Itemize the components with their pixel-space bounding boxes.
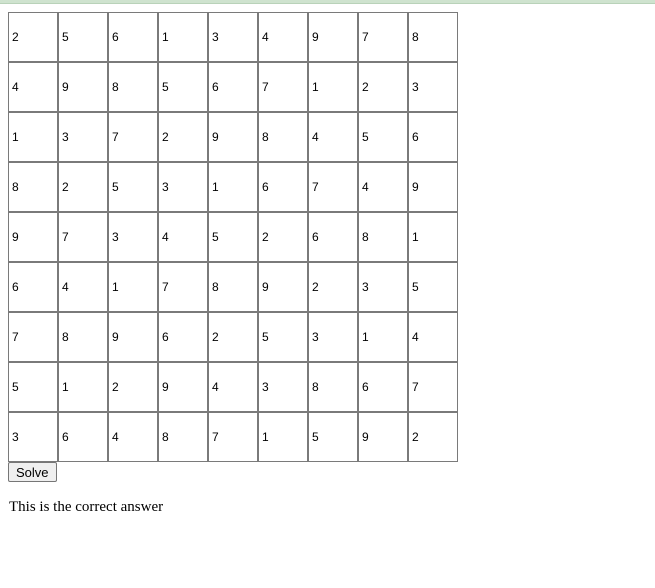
sudoku-cell[interactable]: [58, 312, 108, 362]
sudoku-cell[interactable]: [108, 262, 158, 312]
sudoku-cell[interactable]: [308, 312, 358, 362]
sudoku-cell[interactable]: [258, 12, 308, 62]
sudoku-cell[interactable]: [8, 112, 58, 162]
sudoku-cell[interactable]: [408, 212, 458, 262]
sudoku-cell[interactable]: [58, 112, 108, 162]
sudoku-cell[interactable]: [208, 312, 258, 362]
sudoku-cell[interactable]: [308, 362, 358, 412]
sudoku-cell[interactable]: [8, 62, 58, 112]
sudoku-cell[interactable]: [208, 262, 258, 312]
sudoku-cell[interactable]: [108, 412, 158, 462]
sudoku-cell[interactable]: [408, 262, 458, 312]
sudoku-cell[interactable]: [8, 312, 58, 362]
sudoku-board: [8, 12, 458, 462]
sudoku-cell[interactable]: [8, 212, 58, 262]
sudoku-cell[interactable]: [408, 362, 458, 412]
browser-top-strip: [0, 0, 655, 4]
sudoku-cell[interactable]: [208, 162, 258, 212]
sudoku-cell[interactable]: [58, 162, 108, 212]
sudoku-cell[interactable]: [208, 362, 258, 412]
sudoku-cell[interactable]: [208, 212, 258, 262]
sudoku-cell[interactable]: [258, 262, 308, 312]
sudoku-cell[interactable]: [108, 12, 158, 62]
sudoku-cell[interactable]: [8, 362, 58, 412]
sudoku-cell[interactable]: [258, 212, 308, 262]
sudoku-cell[interactable]: [58, 62, 108, 112]
sudoku-cell[interactable]: [358, 162, 408, 212]
sudoku-cell[interactable]: [158, 262, 208, 312]
sudoku-cell[interactable]: [358, 312, 408, 362]
sudoku-cell[interactable]: [258, 412, 308, 462]
sudoku-cell[interactable]: [308, 162, 358, 212]
sudoku-cell[interactable]: [158, 12, 208, 62]
sudoku-cell[interactable]: [408, 412, 458, 462]
sudoku-cell[interactable]: [258, 62, 308, 112]
sudoku-cell[interactable]: [208, 412, 258, 462]
sudoku-cell[interactable]: [8, 162, 58, 212]
sudoku-cell[interactable]: [408, 162, 458, 212]
sudoku-cell[interactable]: [358, 262, 408, 312]
sudoku-cell[interactable]: [258, 162, 308, 212]
sudoku-cell[interactable]: [108, 362, 158, 412]
sudoku-cell[interactable]: [58, 262, 108, 312]
sudoku-cell[interactable]: [408, 312, 458, 362]
sudoku-cell[interactable]: [308, 212, 358, 262]
sudoku-cell[interactable]: [8, 262, 58, 312]
sudoku-cell[interactable]: [258, 362, 308, 412]
sudoku-cell[interactable]: [158, 62, 208, 112]
sudoku-cell[interactable]: [258, 112, 308, 162]
sudoku-cell[interactable]: [358, 362, 408, 412]
sudoku-cell[interactable]: [358, 112, 408, 162]
sudoku-cell[interactable]: [108, 162, 158, 212]
sudoku-cell[interactable]: [408, 62, 458, 112]
sudoku-cell[interactable]: [308, 112, 358, 162]
sudoku-cell[interactable]: [408, 112, 458, 162]
sudoku-cell[interactable]: [108, 112, 158, 162]
sudoku-cell[interactable]: [8, 12, 58, 62]
sudoku-cell[interactable]: [158, 362, 208, 412]
sudoku-cell[interactable]: [108, 212, 158, 262]
sudoku-cell[interactable]: [58, 362, 108, 412]
sudoku-cell[interactable]: [158, 212, 208, 262]
solve-button[interactable]: Solve: [8, 462, 57, 482]
sudoku-cell[interactable]: [208, 62, 258, 112]
sudoku-cell[interactable]: [58, 12, 108, 62]
sudoku-cell[interactable]: [108, 312, 158, 362]
sudoku-cell[interactable]: [158, 312, 208, 362]
sudoku-cell[interactable]: [208, 12, 258, 62]
sudoku-cell[interactable]: [158, 162, 208, 212]
sudoku-cell[interactable]: [358, 212, 408, 262]
sudoku-cell[interactable]: [58, 412, 108, 462]
sudoku-cell[interactable]: [358, 412, 408, 462]
sudoku-cell[interactable]: [358, 12, 408, 62]
sudoku-cell[interactable]: [58, 212, 108, 262]
sudoku-cell[interactable]: [308, 412, 358, 462]
sudoku-cell[interactable]: [108, 62, 158, 112]
sudoku-cell[interactable]: [8, 412, 58, 462]
sudoku-cell[interactable]: [358, 62, 408, 112]
result-message: This is the correct answer: [9, 499, 164, 515]
sudoku-cell[interactable]: [158, 112, 208, 162]
sudoku-cell[interactable]: [208, 112, 258, 162]
sudoku-cell[interactable]: [308, 262, 358, 312]
sudoku-cell[interactable]: [308, 62, 358, 112]
sudoku-cell[interactable]: [308, 12, 358, 62]
sudoku-cell[interactable]: [408, 12, 458, 62]
sudoku-cell[interactable]: [158, 412, 208, 462]
sudoku-cell[interactable]: [258, 312, 308, 362]
